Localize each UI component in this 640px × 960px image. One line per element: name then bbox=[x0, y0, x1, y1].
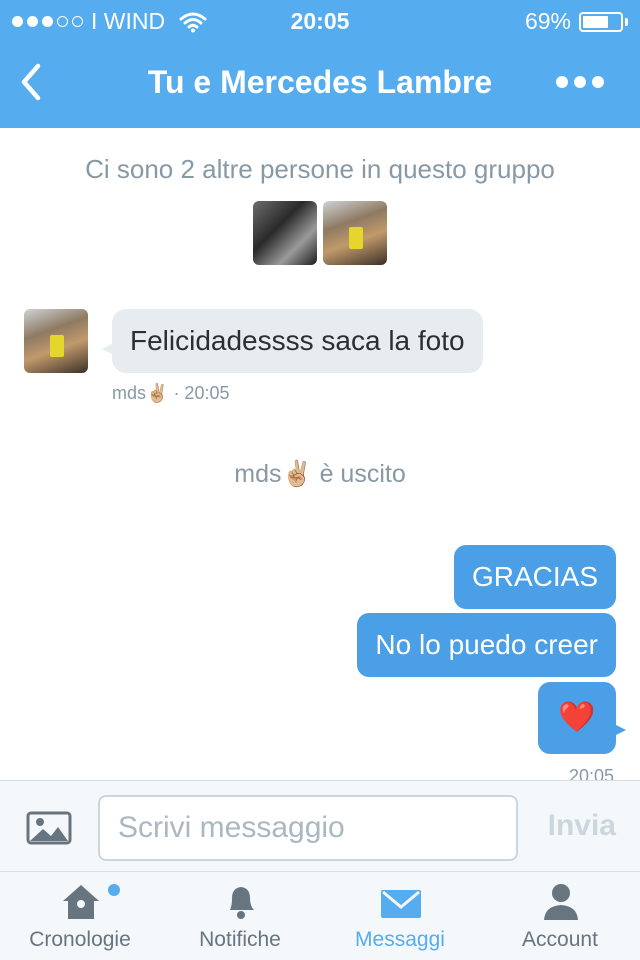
outgoing-message[interactable]: No lo puedo creer bbox=[357, 613, 616, 677]
message-meta: mds✌🏼 · 20:05 bbox=[112, 383, 229, 404]
tab-cronologie[interactable]: Cronologie bbox=[0, 872, 160, 960]
tab-messaggi[interactable]: Messaggi bbox=[320, 872, 480, 960]
conversation[interactable]: Ci sono 2 altre persone in questo gruppo… bbox=[0, 128, 640, 780]
outgoing-message[interactable]: GRACIAS bbox=[453, 545, 616, 609]
more-dots-icon bbox=[556, 76, 568, 88]
image-icon bbox=[26, 811, 72, 845]
more-dots-icon bbox=[592, 76, 604, 88]
nav-bar: Tu e Mercedes Lambre bbox=[0, 40, 640, 128]
battery-tip bbox=[625, 17, 628, 26]
battery-icon bbox=[579, 11, 623, 32]
more-dots-icon bbox=[574, 76, 586, 88]
group-info-text: Ci sono 2 altre persone in questo gruppo bbox=[85, 154, 555, 184]
message-composer: Invia bbox=[0, 780, 640, 872]
battery-indicator: 69% bbox=[525, 8, 628, 35]
tab-bar: Cronologie Notifiche Messaggi Account bbox=[0, 872, 640, 960]
participant-avatar[interactable] bbox=[253, 201, 317, 265]
phone-shape bbox=[50, 335, 64, 357]
bell-icon bbox=[230, 887, 254, 919]
top-bar: I WIND 20:05 69% Tu e Mercedes Lambre bbox=[0, 0, 640, 128]
person-icon bbox=[544, 884, 578, 920]
tab-label: Messaggi bbox=[355, 928, 445, 951]
tab-notifiche[interactable]: Notifiche bbox=[160, 872, 320, 960]
message-time: 20:05 bbox=[568, 766, 614, 780]
outgoing-message[interactable]: ❤️ bbox=[538, 682, 626, 754]
participant-avatar[interactable] bbox=[323, 201, 387, 265]
tab-label: Account bbox=[522, 928, 598, 951]
message-input[interactable] bbox=[98, 795, 518, 861]
incoming-message[interactable]: Felicidadessss saca la foto bbox=[102, 309, 483, 373]
send-button[interactable]: Invia bbox=[548, 809, 616, 843]
more-button[interactable] bbox=[556, 76, 604, 88]
phone-shape bbox=[349, 227, 363, 249]
media-button[interactable] bbox=[26, 811, 72, 845]
envelope-icon bbox=[381, 890, 421, 918]
new-items-badge bbox=[108, 884, 120, 896]
tab-account[interactable]: Account bbox=[480, 872, 640, 960]
system-event: mds✌🏼 è uscito bbox=[234, 460, 406, 488]
heart-emoji: ❤️ bbox=[558, 701, 596, 734]
sender-avatar[interactable] bbox=[24, 309, 88, 373]
home-icon bbox=[63, 885, 99, 919]
tab-label: Notifiche bbox=[199, 928, 281, 951]
sender-name: mds✌🏼 bbox=[112, 383, 169, 403]
battery-percent: 69% bbox=[524, 8, 571, 34]
status-bar: I WIND 20:05 69% bbox=[0, 0, 640, 40]
page-title: Tu e Mercedes Lambre bbox=[147, 64, 493, 100]
message-time: · 20:05 bbox=[173, 383, 230, 403]
tab-label: Cronologie bbox=[29, 928, 131, 951]
battery-fill bbox=[583, 15, 608, 28]
